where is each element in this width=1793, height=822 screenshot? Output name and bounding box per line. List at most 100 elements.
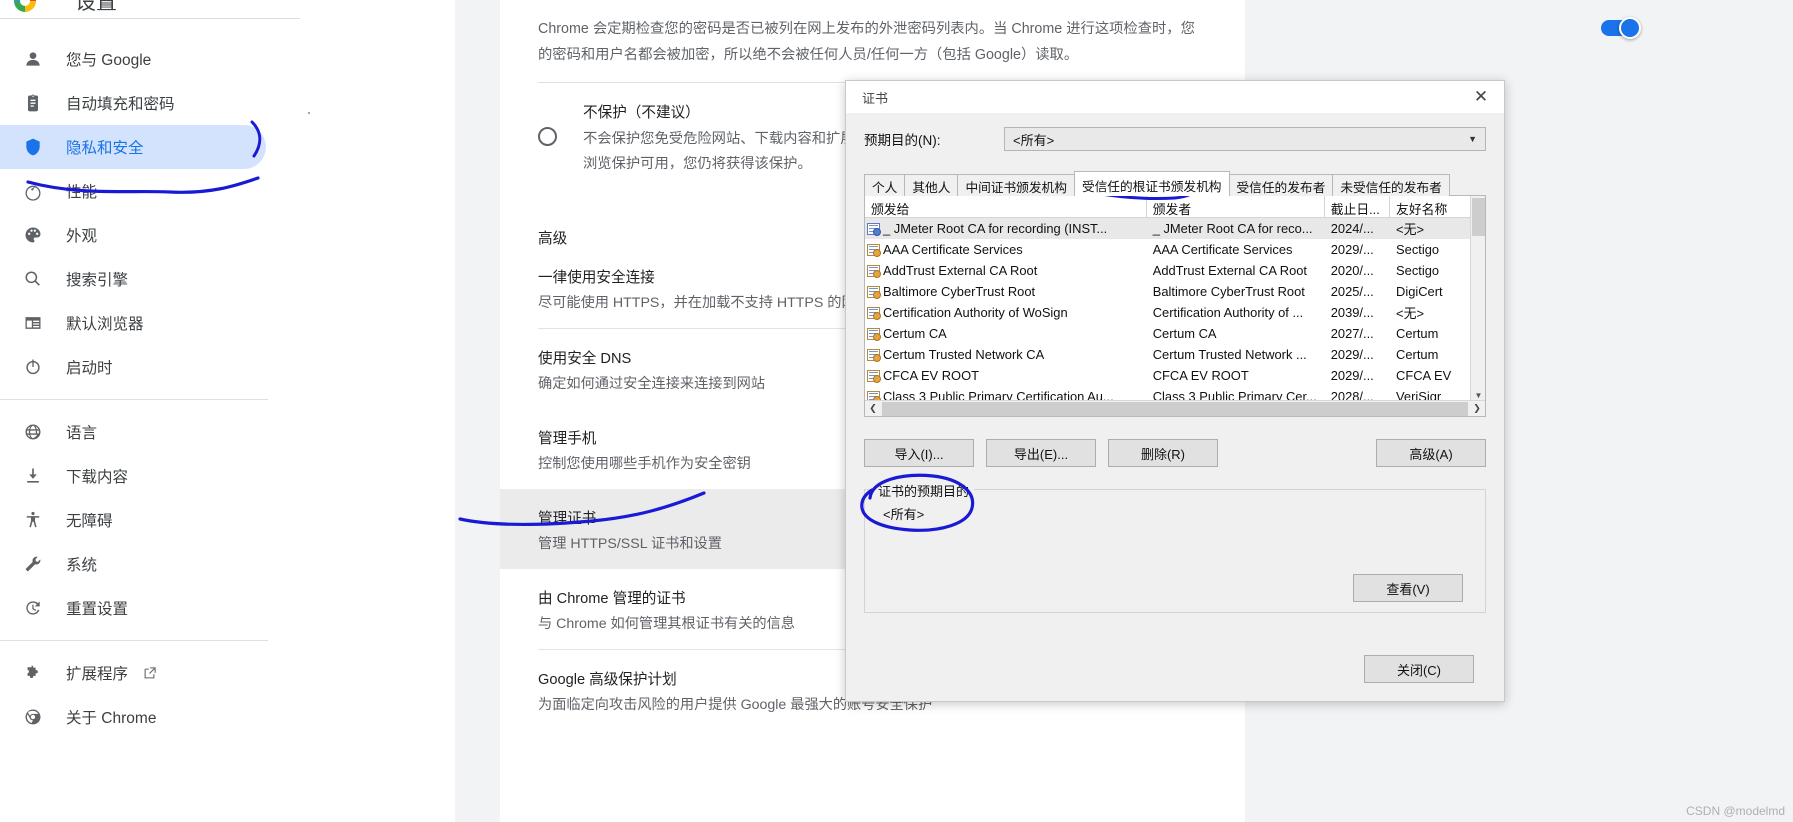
sidebar-item-label: 您与 Google	[66, 52, 152, 69]
page-title: 设置	[75, 0, 117, 14]
power-icon	[22, 356, 44, 378]
cell-expiry: 2029/...	[1330, 347, 1374, 362]
certificate-icon	[867, 327, 881, 341]
remove-button[interactable]: 删除(R)	[1108, 439, 1218, 467]
table-row[interactable]: AddTrust External CA Root AddTrust Exter…	[865, 260, 1485, 281]
stray-dot	[308, 112, 310, 114]
close-button[interactable]: 关闭(C)	[1364, 655, 1474, 683]
vertical-scrollbar[interactable]: ▲ ▼	[1470, 196, 1485, 403]
download-icon	[22, 465, 44, 487]
cell-issued-to: Certum CA	[865, 326, 1147, 341]
cell-issued-by: AAA Certificate Services	[1152, 242, 1293, 257]
leak-detection-toggle[interactable]	[1601, 17, 1641, 39]
sidebar-item-system[interactable]: 系统	[0, 542, 266, 586]
sidebar-item-you-and-google[interactable]: 您与 Google	[0, 37, 266, 81]
speedometer-icon	[22, 180, 44, 202]
sidebar-item-about-chrome[interactable]: 关于 Chrome	[0, 695, 266, 739]
sidebar-item-downloads[interactable]: 下载内容	[0, 454, 266, 498]
cell-issued-to: Certum Trusted Network CA	[865, 347, 1147, 362]
sidebar-item-label: 搜索引擎	[66, 272, 129, 289]
certificate-icon	[867, 306, 881, 320]
sidebar-item-default-browser[interactable]: 默认浏览器	[0, 301, 266, 345]
tab-personal[interactable]: 个人	[864, 174, 906, 196]
table-row[interactable]: Certum CA Certum CA 2027/... Certum	[865, 323, 1485, 344]
table-row[interactable]: Certum Trusted Network CA Certum Trusted…	[865, 344, 1485, 365]
cell-expiry: 2027/...	[1330, 326, 1374, 341]
tab-other-people[interactable]: 其他人	[904, 174, 959, 196]
cell-issued-to: AAA Certificate Services	[865, 242, 1147, 257]
sidebar-item-label: 启动时	[66, 360, 113, 377]
cell-issued-to: Baltimore CyberTrust Root	[865, 284, 1147, 299]
history-icon	[22, 597, 44, 619]
tab-trusted-publishers[interactable]: 受信任的发布者	[1228, 174, 1334, 196]
sidebar-item-privacy-security[interactable]: 隐私和安全	[0, 125, 266, 169]
wrench-icon	[22, 553, 44, 575]
clipboard-icon	[22, 92, 44, 114]
cell-expiry: 2020/...	[1330, 263, 1374, 278]
cell-issued-to: _ JMeter Root CA for recording (INST...	[865, 221, 1147, 236]
globe-icon	[22, 421, 44, 443]
sidebar-item-label: 外观	[66, 228, 98, 245]
sidebar-item-autofill[interactable]: 自动填充和密码	[0, 81, 266, 125]
chevron-down-icon: ▼	[1468, 134, 1477, 144]
cell-expiry: 2029/...	[1330, 368, 1374, 383]
app-header: 设置	[0, 0, 455, 18]
sidebar-item-label: 隐私和安全	[66, 140, 144, 157]
watermark: CSDN @modelmd	[1686, 804, 1785, 818]
scroll-right-icon[interactable]: ❯	[1469, 401, 1485, 416]
export-button[interactable]: 导出(E)...	[986, 439, 1096, 467]
sidebar-item-label: 系统	[66, 557, 98, 574]
sidebar-item-label: 无障碍	[66, 513, 113, 530]
table-row[interactable]: Baltimore CyberTrust Root Baltimore Cybe…	[865, 281, 1485, 302]
dialog-title-bar: 证书 ✕	[846, 81, 1504, 113]
sidebar-item-languages[interactable]: 语言	[0, 410, 266, 454]
sidebar-item-appearance[interactable]: 外观	[0, 213, 266, 257]
cell-issued-by: Certum CA	[1152, 326, 1217, 341]
table-row[interactable]: _ JMeter Root CA for recording (INST... …	[865, 218, 1485, 239]
sidebar-item-reset-settings[interactable]: 重置设置	[0, 586, 266, 630]
cell-expiry: 2039/...	[1330, 305, 1374, 320]
dialog-title: 证书	[862, 90, 889, 106]
column-header-issued-to[interactable]: 颁发给	[865, 196, 1147, 217]
cell-issued-to: CFCA EV ROOT	[865, 368, 1147, 383]
view-button[interactable]: 查看(V)	[1353, 574, 1463, 602]
scroll-left-icon[interactable]: ❮	[865, 401, 881, 416]
tab-intermediate-ca[interactable]: 中间证书颁发机构	[957, 174, 1075, 196]
table-row[interactable]: CFCA EV ROOT CFCA EV ROOT 2029/... CFCA …	[865, 365, 1485, 386]
tab-untrusted-publishers[interactable]: 未受信任的发布者	[1332, 174, 1450, 196]
certificates-dialog: 证书 ✕ 预期目的(N): <所有> ▼ 个人 其他人 中间证书颁发机构 受信任…	[845, 80, 1505, 702]
column-header-issued-by[interactable]: 颁发者	[1147, 196, 1325, 217]
tab-trusted-root-ca[interactable]: 受信任的根证书颁发机构	[1073, 171, 1230, 196]
cell-expiry: 2025/...	[1330, 284, 1374, 299]
close-icon[interactable]: ✕	[1458, 81, 1504, 113]
palette-icon	[22, 224, 44, 246]
import-button[interactable]: 导入(I)...	[864, 439, 974, 467]
sidebar-item-extensions[interactable]: 扩展程序	[0, 651, 266, 695]
scrollbar-thumb[interactable]	[1472, 198, 1485, 236]
advanced-button[interactable]: 高级(A)	[1376, 439, 1486, 467]
scrollbar-thumb-horizontal[interactable]	[882, 401, 1468, 416]
intended-purpose-value: <所有>	[1013, 132, 1055, 148]
search-icon	[22, 268, 44, 290]
radio-button[interactable]	[538, 127, 557, 146]
dialog-body: 预期目的(N): <所有> ▼ 个人 其他人 中间证书颁发机构 受信任的根证书颁…	[846, 113, 1504, 613]
certificate-icon	[867, 348, 881, 362]
external-link-icon[interactable]	[142, 666, 157, 681]
sidebar-item-accessibility[interactable]: 无障碍	[0, 498, 266, 542]
horizontal-scrollbar[interactable]: ❮ ❯	[865, 400, 1485, 416]
certificate-list[interactable]: 颁发给 颁发者 截止日... 友好名称 ▲ _ JMeter Root CA f…	[864, 195, 1486, 417]
table-row[interactable]: Certification Authority of WoSign Certif…	[865, 302, 1485, 323]
cell-issued-by: _ JMeter Root CA for reco...	[1152, 221, 1313, 236]
table-row[interactable]: AAA Certificate Services AAA Certificate…	[865, 239, 1485, 260]
intended-purpose-select[interactable]: <所有> ▼	[1004, 127, 1486, 151]
browser-window-icon	[22, 312, 44, 334]
certificate-icon	[867, 243, 881, 257]
sidebar-item-label: 默认浏览器	[66, 316, 144, 333]
column-header-expiry[interactable]: 截止日...	[1325, 196, 1391, 217]
sidebar-item-on-startup[interactable]: 启动时	[0, 345, 266, 389]
sidebar-divider-2	[0, 640, 268, 641]
sidebar-item-search-engine[interactable]: 搜索引擎	[0, 257, 266, 301]
sidebar-item-label: 扩展程序	[66, 666, 129, 683]
accessibility-icon	[22, 509, 44, 531]
sidebar-item-performance[interactable]: 性能	[0, 169, 266, 213]
